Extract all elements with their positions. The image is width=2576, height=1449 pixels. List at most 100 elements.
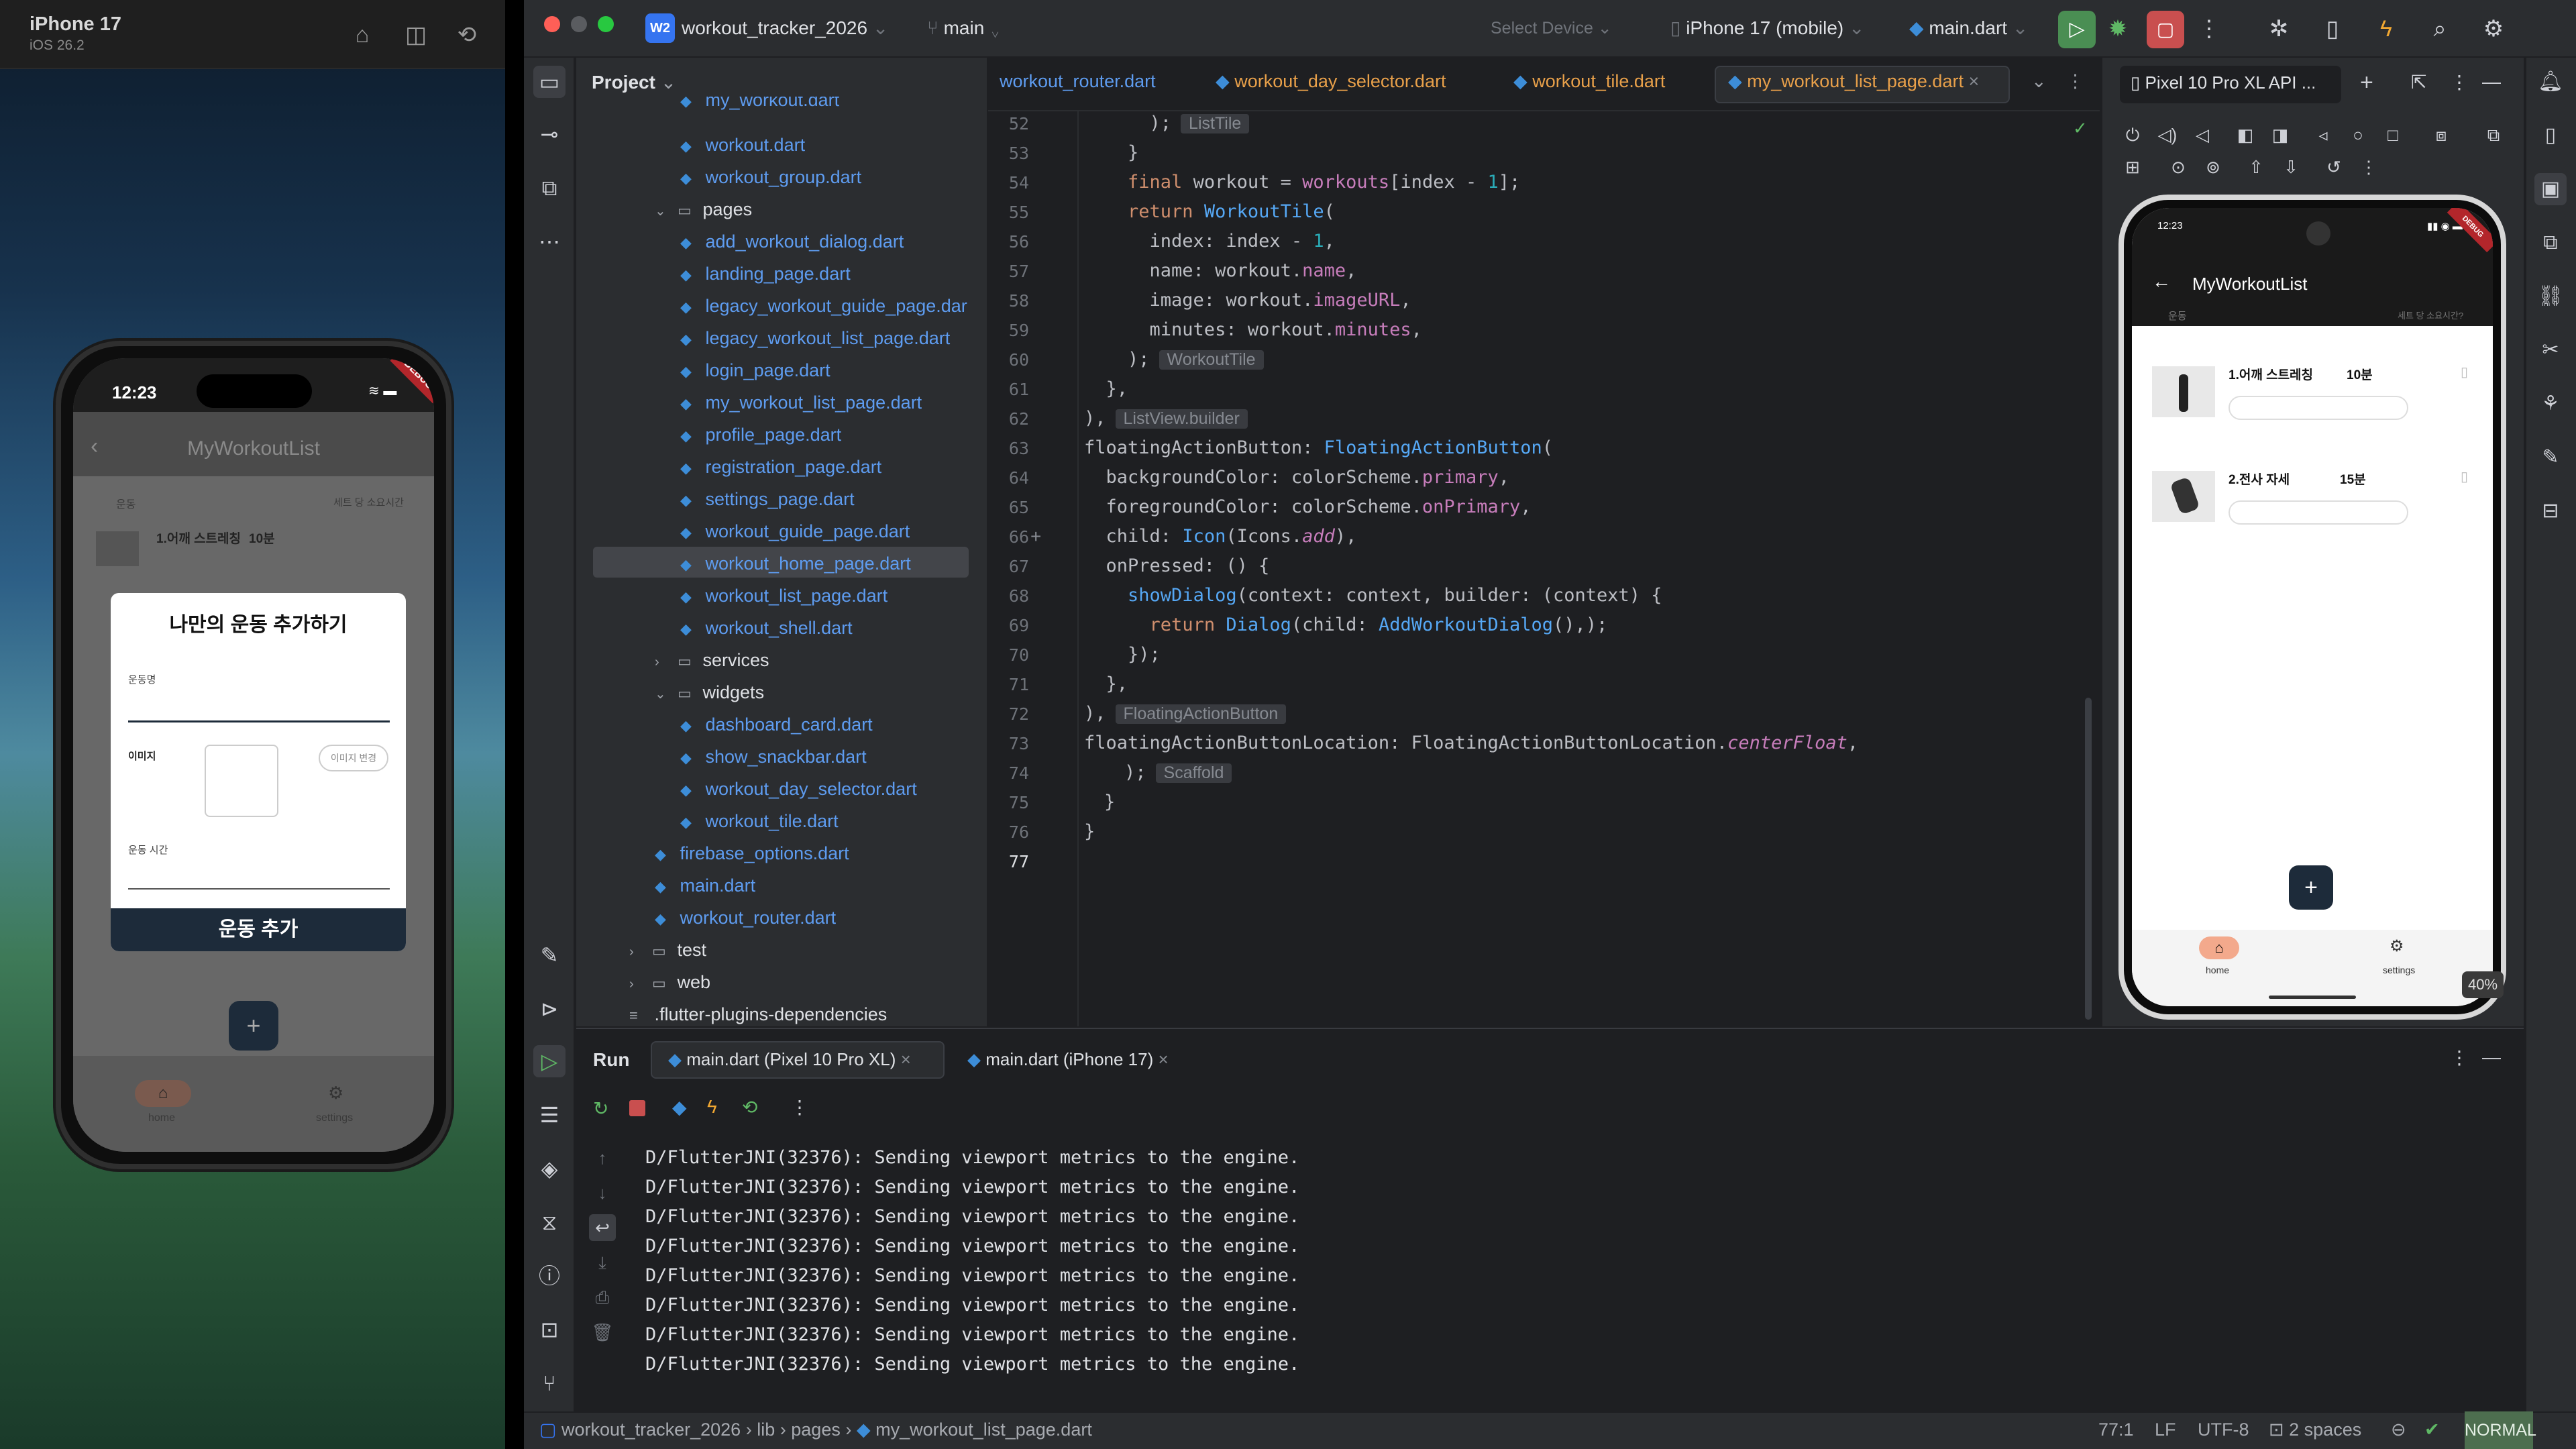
tree-file[interactable]: ◆ profile_page.dart (680, 419, 841, 451)
project-badge[interactable]: W2 (645, 13, 675, 43)
snapshot-icon[interactable]: ⧈ (2430, 123, 2453, 146)
tree-file[interactable]: ◆ workout_router.dart (655, 902, 836, 934)
close-tab-icon[interactable]: × (1159, 1049, 1169, 1069)
chevron-right-icon[interactable]: › (655, 646, 678, 678)
tree-file[interactable]: ◆ add_workout_dialog.dart (680, 225, 904, 258)
fab-add-button[interactable]: + (229, 1001, 278, 1051)
breadcrumb-project[interactable]: workout_tracker_2026 (561, 1419, 741, 1440)
code-line-72[interactable]: ), FloatingActionButton (1084, 703, 1287, 724)
code-line-70[interactable]: }); (1084, 644, 1161, 665)
scroll-up-icon[interactable]: ↑ (589, 1144, 616, 1171)
select-device-dropdown[interactable]: Select Device ⌄ (1491, 13, 1612, 43)
tab-workout-day-selector[interactable]: ◆ workout_day_selector.dart (1216, 71, 1446, 92)
commit-icon[interactable]: ⊸ (533, 118, 566, 150)
hot-reload-icon[interactable]: ϟ (2369, 12, 2403, 46)
scroll-to-end-icon[interactable]: ⤓ (589, 1249, 616, 1276)
code-line-65[interactable]: foregroundColor: colorScheme.onPrimary, (1084, 496, 1532, 517)
tab-my-workout-list-page[interactable]: ◆ my_workout_list_page.dart × (1728, 71, 1979, 92)
tab-workout-router[interactable]: workout_router.dart (1000, 71, 1156, 92)
editor-more-icon[interactable]: ⋮ (2066, 71, 2084, 92)
rotate-left-icon[interactable]: ◧ (2234, 123, 2257, 146)
chevron-right-icon[interactable]: › (629, 936, 652, 968)
breadcrumb-lib[interactable]: lib (757, 1419, 775, 1440)
editor-scrollbar[interactable] (2085, 698, 2092, 1020)
code-line-60[interactable]: ); WorkoutTile (1084, 349, 1264, 370)
record-icon[interactable]: ⊚ (2202, 156, 2224, 178)
screenshot-icon[interactable]: ◫ (401, 20, 431, 50)
back-arrow-icon[interactable]: ← (2152, 271, 2171, 292)
gear-icon[interactable]: ⚙ (328, 1083, 343, 1104)
problems-icon[interactable]: ⓘ (533, 1260, 566, 1292)
add-device-icon[interactable]: + (2360, 70, 2373, 96)
dart-icon[interactable]: ◈ (533, 1152, 566, 1185)
project-panel-title[interactable]: Project ⌄ (592, 71, 676, 93)
close-window-button[interactable] (544, 16, 560, 32)
device-manager-icon[interactable]: ▯ (2316, 12, 2349, 46)
code-line-64[interactable]: backgroundColor: colorScheme.primary, (1084, 467, 1509, 488)
tree-folder[interactable]: ⌄ ▭ widgets (655, 676, 764, 708)
day-selector[interactable] (2229, 500, 2408, 525)
structure-icon[interactable]: ⧉ (533, 172, 566, 204)
code-line-57[interactable]: name: workout.name, (1084, 260, 1357, 281)
home-icon[interactable]: ⌂ (347, 20, 377, 50)
scroll-down-icon[interactable]: ↓ (589, 1179, 616, 1206)
preview-icon[interactable]: ⊟ (2534, 495, 2567, 527)
code-line-53[interactable]: } (1084, 142, 1138, 163)
overview-icon[interactable]: □ (2381, 123, 2404, 146)
mirror-icon[interactable]: ⧉ (2482, 123, 2505, 146)
tree-folder[interactable]: › ▭ test (629, 934, 706, 966)
tree-file[interactable]: ◆ workout.dart (680, 129, 805, 161)
code-line-61[interactable]: }, (1084, 378, 1128, 399)
device-mirroring-icon[interactable]: ⧉ (2534, 227, 2567, 259)
code-line-58[interactable]: image: workout.imageURL, (1084, 290, 1411, 311)
home-icon[interactable]: ⌂ (135, 1080, 191, 1107)
terminal-icon[interactable]: ⊡ (533, 1313, 566, 1346)
tree-file[interactable]: ◆ workout_day_selector.dart (680, 773, 917, 805)
day-selector[interactable] (2229, 396, 2408, 420)
code-line-77[interactable] (1084, 851, 1095, 871)
logcat-icon[interactable]: ⧖ (533, 1206, 566, 1238)
folder-icon[interactable]: ▭ (533, 66, 566, 98)
trash-icon[interactable]: 🗑︎ (589, 1319, 616, 1346)
run-config-selector[interactable]: ◆ main.dart ⌄ (1909, 13, 2028, 43)
tabs-overflow-icon[interactable]: ⌄ (2031, 71, 2047, 92)
tree-file[interactable]: ◆ login_page.dart (680, 354, 830, 386)
zoom-level[interactable]: 40% (2462, 971, 2504, 998)
inspection-ok-icon[interactable]: ✓ (2073, 118, 2088, 139)
edit-icon[interactable]: ✎ (2534, 441, 2567, 474)
tree-file[interactable]: ◆ legacy_workout_guide_page.dar (680, 290, 967, 322)
assistant-icon[interactable]: ⚘ (2534, 388, 2567, 420)
code-line-67[interactable]: onPressed: () { (1084, 555, 1270, 576)
minimize-panel-icon[interactable]: — (2482, 71, 2501, 93)
run-tool-icon[interactable]: ▷ (533, 1045, 566, 1077)
delete-icon[interactable]: ▯ (2461, 364, 2468, 380)
debug-bug-icon[interactable]: ✹ (2101, 12, 2135, 46)
more-vertical-icon[interactable]: ⋮ (2450, 1046, 2469, 1069)
rerun-icon[interactable]: ↻ (593, 1097, 608, 1120)
stop-run-icon[interactable] (629, 1100, 645, 1116)
tools-icon[interactable]: ✂ (2534, 334, 2567, 366)
layers-icon[interactable]: ☰ (533, 1099, 566, 1131)
run-tab-iphone[interactable]: ◆ main.dart (iPhone 17) × (967, 1049, 1169, 1070)
breadcrumb-pages[interactable]: pages (791, 1419, 841, 1440)
plugin-icon[interactable]: ✲ (2262, 12, 2296, 46)
flutter-inspector-icon[interactable]: ✎ (533, 939, 566, 971)
device-selector[interactable]: ▯ iPhone 17 (mobile) ⌄ (1670, 13, 1864, 43)
minimize-window-button[interactable] (571, 16, 587, 32)
home-icon[interactable]: ⌂ (2199, 936, 2239, 959)
soft-wrap-icon[interactable]: ↩ (589, 1214, 616, 1241)
volume-up-icon[interactable]: ◁) (2156, 123, 2179, 146)
vim-mode[interactable]: NORMAL (2465, 1411, 2536, 1449)
back-icon[interactable]: ◃ (2312, 123, 2334, 146)
rotate-right-icon[interactable]: ◨ (2269, 123, 2292, 146)
code-line-73[interactable]: floatingActionButtonLocation: FloatingAc… (1084, 733, 1858, 753)
zoom-window-button[interactable] (598, 16, 614, 32)
code-line-54[interactable]: final workout = workouts[index - 1]; (1084, 172, 1520, 193)
code-line-69[interactable]: return Dialog(child: AddWorkoutDialog(),… (1084, 614, 1608, 635)
image-preview[interactable] (205, 745, 278, 817)
tree-file[interactable]: ◆ settings_page.dart (680, 483, 855, 515)
git-icon[interactable]: ⑂ (533, 1367, 566, 1399)
tree-file[interactable]: ◆ workout_list_page.dart (680, 580, 888, 612)
running-devices-icon[interactable]: ▣ (2534, 173, 2567, 205)
chevron-down-icon[interactable]: ⌄ (655, 195, 678, 227)
